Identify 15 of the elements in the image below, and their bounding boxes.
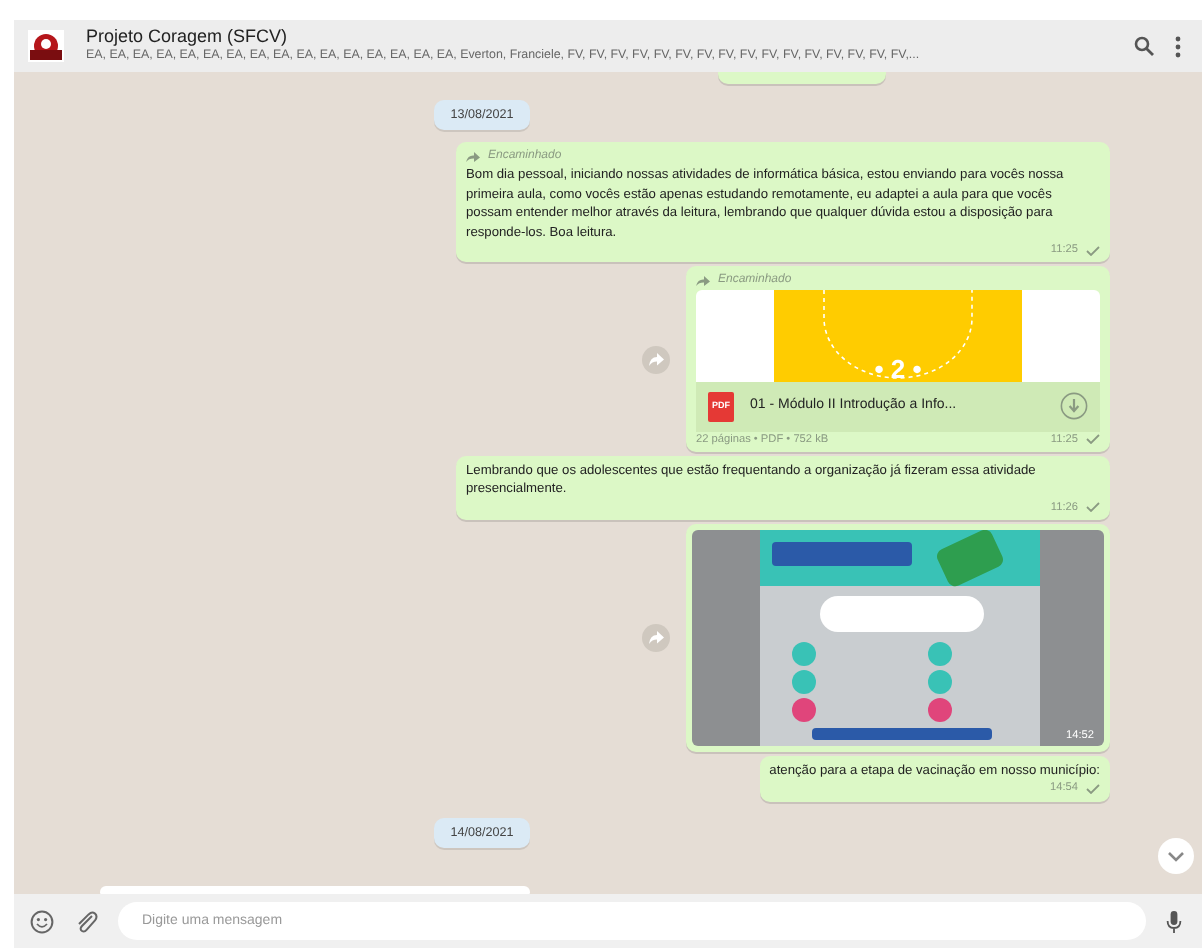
check-icon: [1086, 502, 1100, 513]
attach-icon[interactable]: [74, 909, 98, 933]
forward-icon: [696, 276, 710, 287]
page-number: • 2 •: [874, 356, 922, 383]
menu-icon[interactable]: [1174, 35, 1182, 57]
check-icon: [1086, 245, 1100, 256]
group-avatar[interactable]: [26, 28, 66, 64]
chat-title: Projeto Coragem (SFCV): [86, 28, 290, 49]
emoji-icon[interactable]: [30, 909, 54, 933]
scroll-down-button[interactable]: [1158, 838, 1194, 874]
search-icon[interactable]: [1134, 36, 1154, 56]
microphone-icon[interactable]: [1166, 909, 1182, 933]
forward-icon: [466, 152, 480, 163]
check-icon: [1086, 784, 1100, 795]
check-icon: [1086, 434, 1100, 445]
